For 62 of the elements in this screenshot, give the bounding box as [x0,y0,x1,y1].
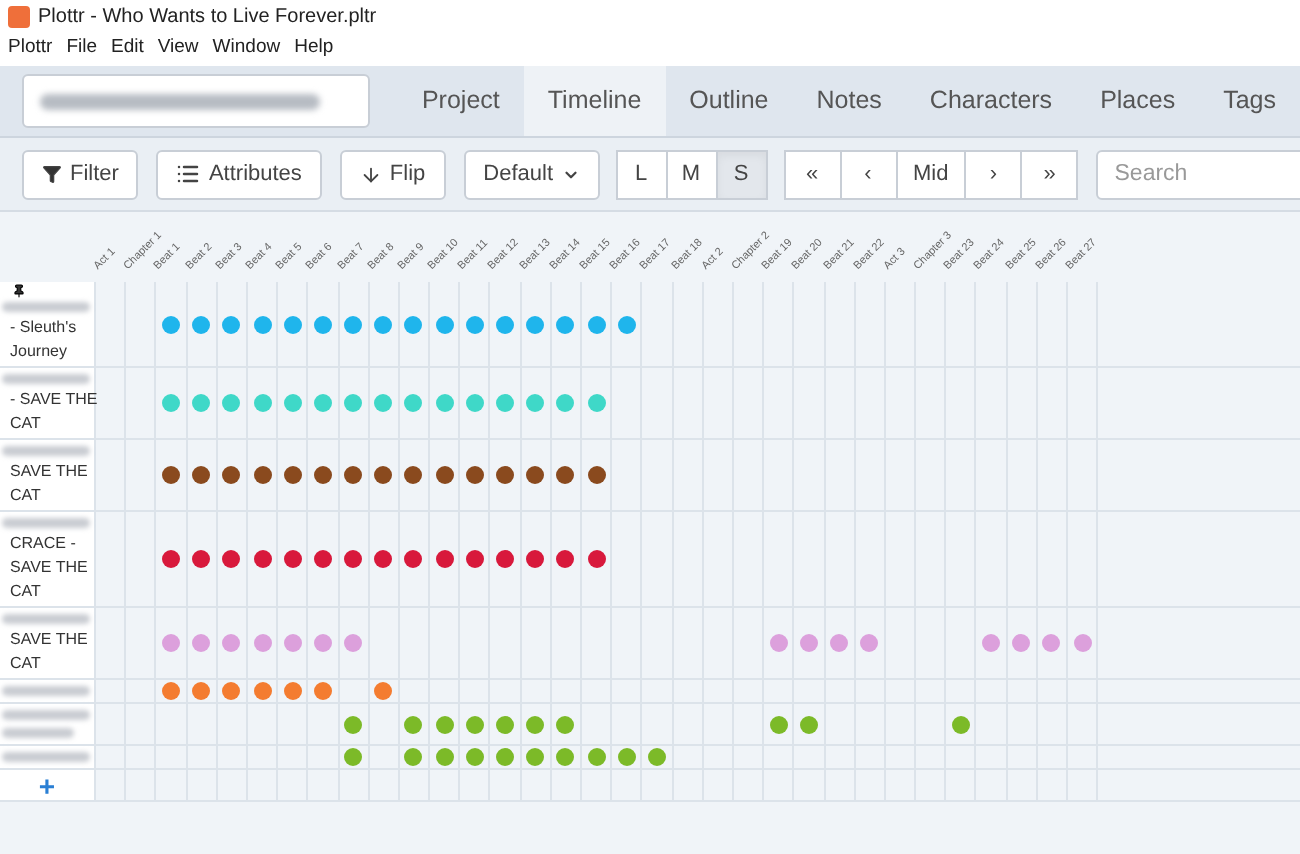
size-toggle[interactable]: L [615,149,668,199]
row-label[interactable] [0,704,96,744]
menu-item[interactable]: File [66,33,97,63]
attributes-button[interactable]: Attributes [156,149,322,199]
row-label-text: - Sleuth's [8,316,79,340]
scroll-button[interactable]: » [1020,149,1079,199]
menu-item[interactable]: Window [212,33,281,63]
project-name-field[interactable] [22,74,370,128]
app-logo-icon [8,5,30,27]
default-dropdown[interactable]: Default [463,149,600,199]
nav-tab[interactable]: Characters [905,66,1077,136]
row-label[interactable] [0,680,96,702]
row-label-text: CAT [8,652,43,676]
nav-tab[interactable]: Tags [1199,66,1300,136]
flip-button[interactable]: Flip [339,149,446,199]
blurred-text [2,686,90,696]
row-label-text: - SAVE THE [8,388,92,412]
arrow-down-icon [359,163,382,185]
row-label-text: CAT [8,484,43,508]
nav-tab[interactable]: Notes [792,66,906,136]
row-label-text: CRACE - [8,532,78,556]
size-toggle[interactable]: S [715,149,768,199]
row-label[interactable] [0,746,96,768]
row-label-text: SAVE THE [8,460,90,484]
nav-tab[interactable]: Outline [665,66,793,136]
size-toggle[interactable]: M [665,149,718,199]
nav-tab[interactable]: Places [1076,66,1200,136]
row-label[interactable]: - Sleuth's Journey [0,282,96,366]
row-label-text: SAVE THE [8,556,90,580]
row-label[interactable]: CRACE - SAVE THE CAT [0,512,96,606]
add-row-button[interactable]: + [38,771,56,799]
scroll-button[interactable]: Mid [895,149,967,199]
menu-item[interactable]: Edit [111,33,144,63]
list-icon [176,162,201,186]
menu-item[interactable]: View [157,33,199,63]
blurred-text [2,752,90,762]
row-label-text: Journey [8,340,69,364]
blurred-text [2,710,90,720]
row-label[interactable]: SAVE THE CAT [0,440,96,510]
nav-tab[interactable]: Project [397,66,524,136]
row-label-text: CAT [8,580,43,604]
search-field[interactable]: Search [1096,149,1300,199]
scroll-button[interactable]: ‹ [839,149,898,199]
filter-button[interactable]: Filter [22,149,139,199]
scroll-button[interactable]: « [783,149,842,199]
blurred-text [2,728,74,738]
row-label[interactable]: SAVE THE CAT [0,608,96,678]
blurred-text [2,446,90,456]
row-label[interactable]: - SAVE THE CAT [0,368,96,438]
nav-tab[interactable]: Timeline [523,66,666,136]
row-label-text: CAT [8,412,43,436]
menu-item[interactable]: Help [294,33,334,63]
menu-item[interactable]: Plottr [8,33,53,63]
scroll-button[interactable]: › [964,149,1023,199]
pin-icon [12,284,26,298]
blurred-text [2,518,90,528]
window-title: Plottr - Who Wants to Live Forever.pltr [38,3,377,31]
filter-icon [42,164,62,184]
blurred-text [2,374,90,384]
blurred-text [2,614,90,624]
blurred-text [2,302,90,312]
row-label-text: SAVE THE [8,628,90,652]
